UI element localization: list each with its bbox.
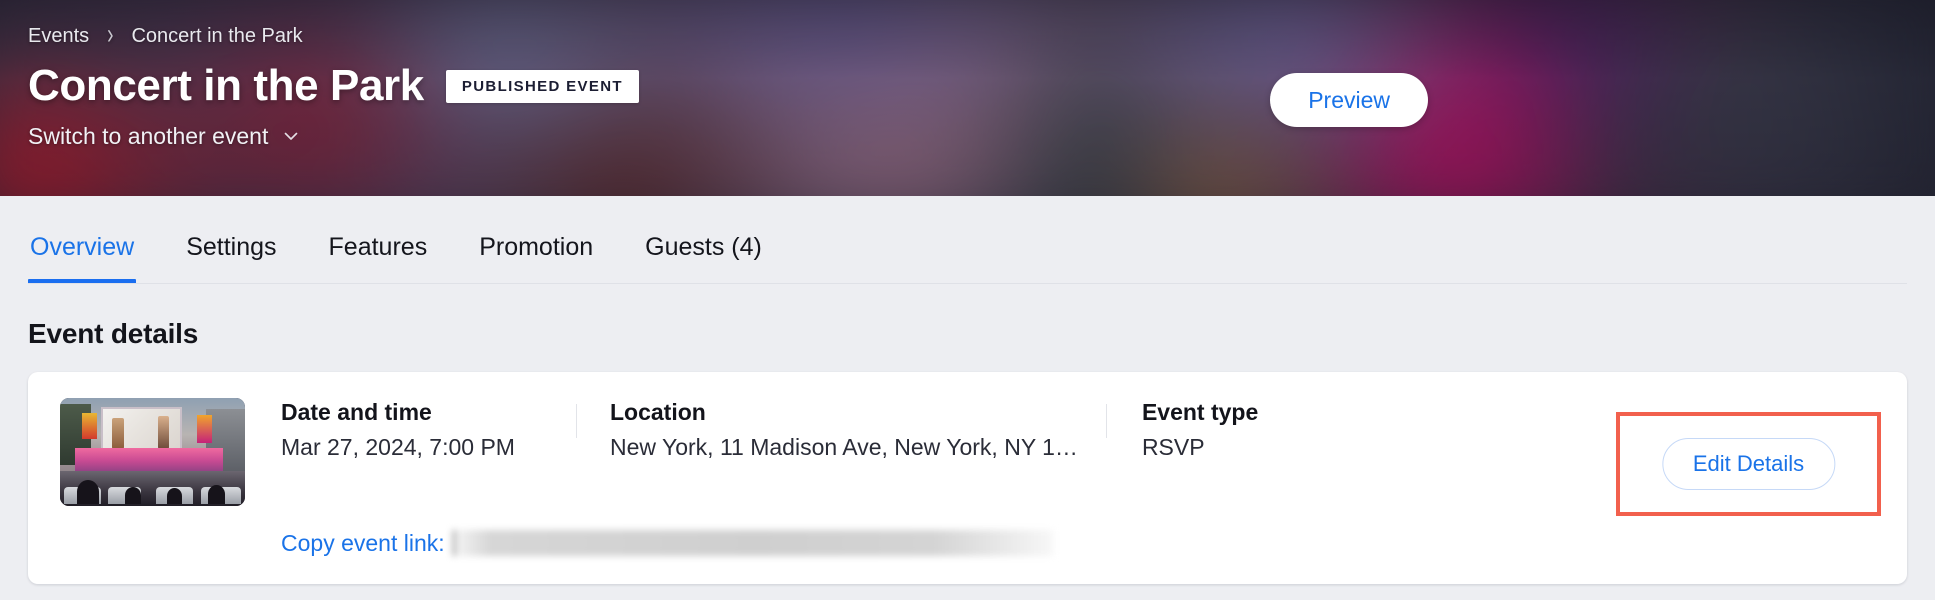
tab-promotion[interactable]: Promotion: [477, 196, 595, 284]
breadcrumb-item-events[interactable]: Events: [28, 24, 89, 48]
event-link-redacted-value: [452, 530, 1053, 556]
switch-event-label: Switch to another event: [28, 123, 269, 149]
switch-event-dropdown[interactable]: Switch to another event: [28, 122, 300, 150]
event-details-card: Date and time Mar 27, 2024, 7:00 PM Loca…: [28, 372, 1907, 584]
field-value-date-and-time: Mar 27, 2024, 7:00 PM: [281, 434, 515, 460]
page-title: Concert in the Park: [28, 61, 424, 110]
chevron-right-icon: ›: [107, 19, 114, 52]
tab-bar-divider: [28, 283, 1907, 284]
field-date-and-time: Date and time Mar 27, 2024, 7:00 PM: [281, 398, 576, 462]
field-label-location: Location: [610, 399, 706, 425]
preview-button[interactable]: Preview: [1270, 73, 1428, 127]
chevron-down-icon: [282, 127, 300, 145]
tab-guests[interactable]: Guests (4): [643, 196, 764, 284]
event-hero-header: Events › Concert in the Park Concert in …: [0, 0, 1935, 196]
field-location: Location New York, 11 Madison Ave, New Y…: [576, 398, 1106, 462]
title-row: Concert in the Park PUBLISHED EVENT: [28, 60, 1907, 112]
breadcrumb-item-current[interactable]: Concert in the Park: [131, 24, 302, 48]
tab-settings[interactable]: Settings: [184, 196, 278, 284]
section-title: Event details: [28, 318, 199, 349]
event-thumbnail-image: [60, 398, 245, 506]
tab-overview[interactable]: Overview: [28, 196, 137, 284]
status-badge: PUBLISHED EVENT: [445, 69, 639, 103]
field-divider: [1105, 404, 1107, 438]
tab-features[interactable]: Features: [327, 196, 430, 284]
edit-details-button[interactable]: Edit Details: [1661, 438, 1836, 490]
edit-details-highlight-box: Edit Details: [1616, 412, 1881, 516]
copy-event-link-button[interactable]: Copy event link:: [281, 528, 445, 558]
tab-bar: Overview Settings Features Promotion Gue…: [0, 196, 1935, 284]
field-label-date-and-time: Date and time: [281, 399, 432, 425]
main-content: Event details Date and time Mar 27, 2024…: [0, 318, 1935, 584]
event-overview-page: Events › Concert in the Park Concert in …: [0, 0, 1935, 600]
field-divider: [576, 404, 577, 438]
field-value-location: New York, 11 Madison Ave, New York, NY 1…: [610, 434, 1078, 460]
breadcrumb: Events › Concert in the Park: [28, 20, 1907, 52]
copy-event-link-row: Copy event link:: [281, 528, 1879, 558]
